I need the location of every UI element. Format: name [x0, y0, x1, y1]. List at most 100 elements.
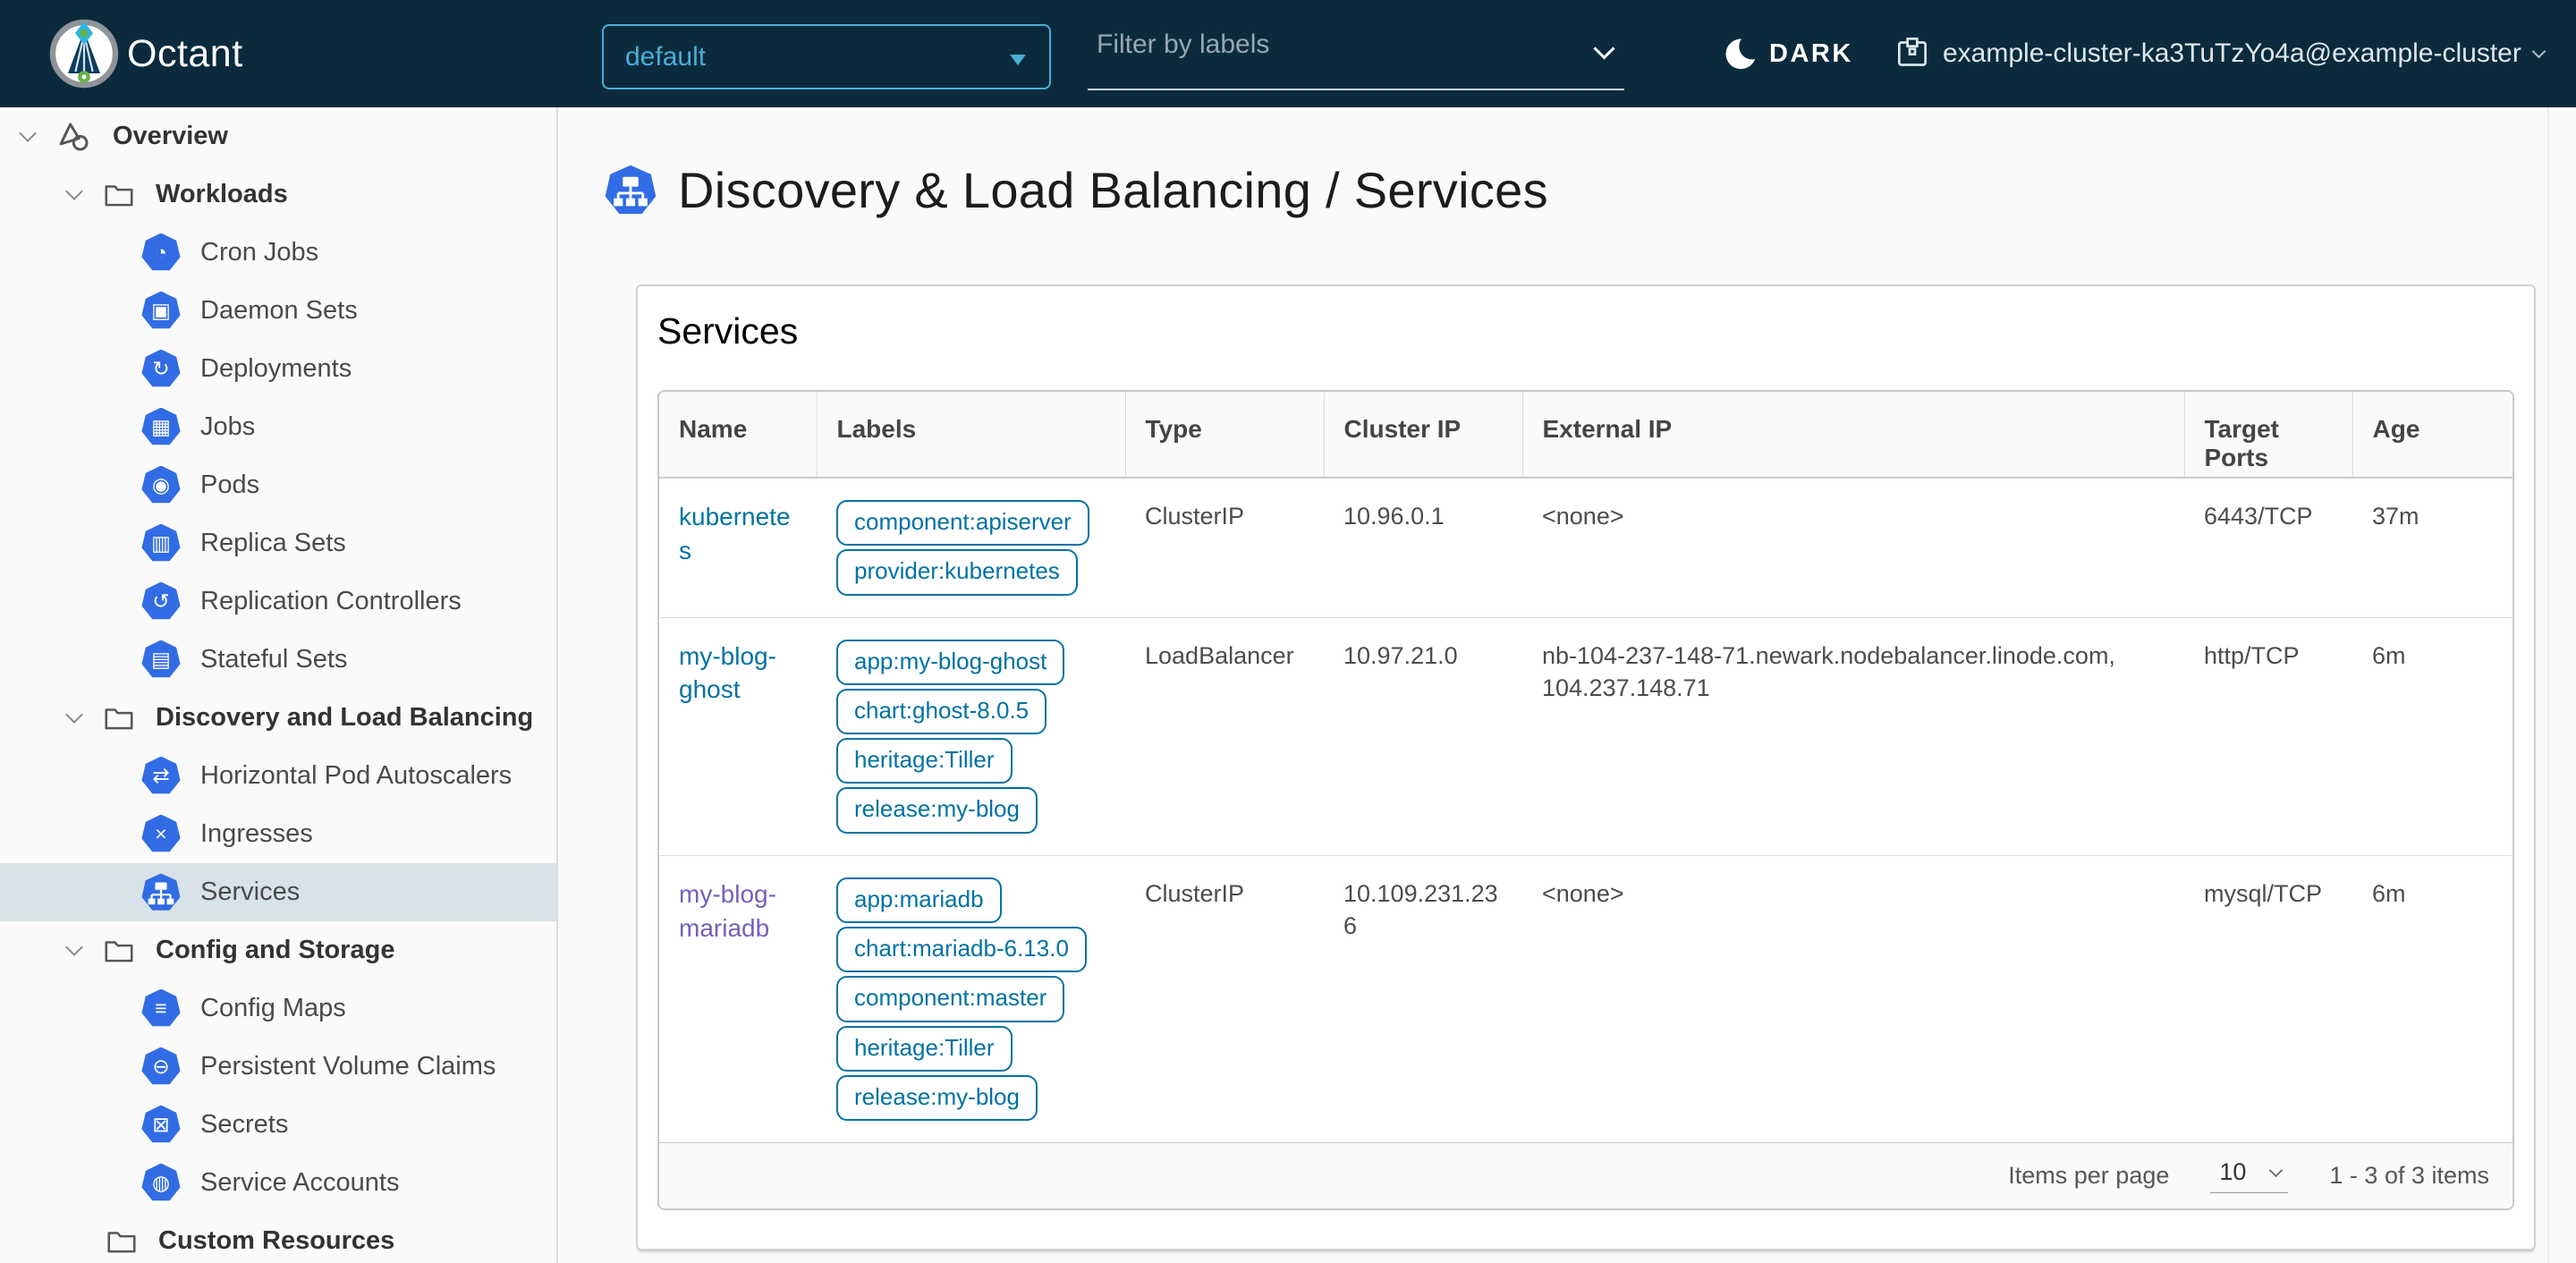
persistent-volume-claims-icon: ⊖: [141, 1047, 181, 1085]
stateful-sets-icon: ▤: [141, 640, 181, 678]
scrollbar-track[interactable]: [2547, 107, 2549, 1263]
sidebar-item-stateful-sets[interactable]: ▤ Stateful Sets: [0, 631, 556, 689]
ingresses-icon: ×: [141, 814, 181, 852]
chevron-down-icon[interactable]: [65, 182, 83, 200]
sidebar-item-config-maps[interactable]: ≡ Config Maps: [0, 979, 556, 1038]
items-per-page-label: Items per page: [2008, 1162, 2170, 1190]
label-pill[interactable]: heritage:Tiller: [836, 738, 1013, 784]
theme-toggle[interactable]: DARK: [1721, 0, 1853, 107]
sidebar-item-horizontal-pod-autoscalers[interactable]: ⇄ Horizontal Pod Autoscalers: [0, 747, 556, 805]
label-pill[interactable]: chart:mariadb-6.13.0: [836, 927, 1087, 973]
column-header-external-ip: External IP: [1521, 392, 2184, 479]
age-cell: 6m: [2352, 854, 2512, 1143]
overview-icon: [55, 118, 93, 156]
label-pill[interactable]: release:my-blog: [836, 787, 1038, 834]
label-filter-input[interactable]: [1095, 29, 1578, 61]
chevron-down-icon[interactable]: [1593, 38, 1615, 60]
context-switcher[interactable]: example-cluster-ka3TuTzYo4a@example-clus…: [1894, 0, 2546, 107]
sidebar-item-label: Jobs: [200, 412, 256, 441]
service-link[interactable]: my-blog-ghost: [679, 642, 776, 704]
sidebar-item-persistent-volume-claims[interactable]: ⊖ Persistent Volume Claims: [0, 1038, 556, 1096]
type-cell: ClusterIP: [1125, 478, 1324, 618]
label-pill[interactable]: component:master: [836, 976, 1065, 1022]
items-per-page-select[interactable]: 10: [2210, 1158, 2289, 1194]
sidebar-item-discovery-and-load-balancing[interactable]: Discovery and Load Balancing: [0, 689, 556, 747]
service-link[interactable]: my-blog-mariadb: [679, 880, 776, 942]
sidebar-item-label: Replica Sets: [200, 529, 346, 557]
cluster-ip-cell: 10.97.21.0: [1324, 616, 1522, 856]
chevron-down-icon[interactable]: [19, 123, 37, 142]
pods-icon: ◉: [141, 465, 181, 504]
sidebar-item-label: Replication Controllers: [200, 587, 462, 615]
label-pill[interactable]: provider:kubernetes: [836, 549, 1078, 596]
label-pill[interactable]: app:mariadb: [836, 877, 1002, 924]
label-pill[interactable]: heritage:Tiller: [836, 1025, 1013, 1072]
namespace-value: default: [625, 41, 707, 72]
filter-underline: [1088, 89, 1624, 90]
services-datagrid: Name Labels Type Cluster IP External IP Targe…: [657, 390, 2514, 1211]
table-header-row: Name Labels Type Cluster IP External IP Targe…: [659, 392, 2512, 479]
table-row: my-blog-ghost app:my-blog-ghost chart:ghos…: [659, 616, 2512, 856]
services-icon: [141, 873, 181, 911]
sidebar-item-deployments[interactable]: ↻ Deployments: [0, 340, 556, 398]
context-name: example-cluster-ka3TuTzYo4a@example-clus…: [1943, 38, 2521, 68]
app-header: Octant default DARK example-cluster-ka3T…: [0, 0, 2576, 107]
replica-sets-icon: ▥: [141, 523, 181, 562]
sidebar-item-label: Pods: [200, 470, 260, 499]
cluster-icon: [1898, 38, 1928, 66]
sidebar-item-label: Service Accounts: [200, 1168, 400, 1197]
chevron-down-icon[interactable]: [65, 705, 83, 724]
namespace-select[interactable]: default: [602, 24, 1051, 89]
external-ip-cell: nb-104-237-148-71.newark.nodebalancer.li…: [1522, 616, 2184, 856]
page-title-row: Discovery & Load Balancing / Services: [605, 161, 1548, 219]
sidebar-item-custom-resources[interactable]: Custom Resources: [0, 1212, 556, 1263]
service-accounts-icon: ◍: [141, 1163, 181, 1201]
label-pill[interactable]: app:my-blog-ghost: [836, 639, 1065, 685]
target-ports-cell: mysql/TCP: [2184, 854, 2352, 1143]
deployments-icon: ↻: [141, 349, 181, 387]
sidebar-item-label: Secrets: [200, 1110, 289, 1139]
sidebar-item-config-and-storage[interactable]: Config and Storage: [0, 921, 556, 979]
chevron-down-icon[interactable]: [65, 937, 83, 956]
secrets-icon: ⊠: [141, 1105, 181, 1143]
page-title: Discovery & Load Balancing / Services: [678, 162, 1548, 218]
sidebar-item-cron-jobs[interactable]: ◔ Cron Jobs: [0, 224, 556, 282]
sidebar-item-pods[interactable]: ◉ Pods: [0, 456, 556, 514]
sidebar-item-service-accounts[interactable]: ◍ Service Accounts: [0, 1154, 556, 1212]
folder-icon: [102, 178, 136, 212]
sidebar-item-replication-controllers[interactable]: ↺ Replication Controllers: [0, 572, 556, 631]
folder-icon: [102, 701, 136, 735]
type-cell: LoadBalancer: [1125, 616, 1324, 856]
sidebar-item-label: Cron Jobs: [200, 238, 319, 267]
daemon-sets-icon: ▣: [141, 291, 181, 329]
card-title: Services: [657, 310, 799, 352]
sidebar-item-label: Custom Resources: [158, 1226, 395, 1255]
label-pill[interactable]: release:my-blog: [836, 1074, 1038, 1122]
type-cell: ClusterIP: [1125, 854, 1324, 1143]
sidebar-item-label: Daemon Sets: [200, 296, 358, 325]
sidebar-item-label: Config and Storage: [156, 936, 395, 964]
moon-icon: [1725, 38, 1756, 70]
label-pill[interactable]: component:apiserver: [836, 500, 1089, 547]
label-pill[interactable]: chart:ghost-8.0.5: [836, 688, 1047, 735]
sidebar-item-label: Discovery and Load Balancing: [156, 703, 534, 732]
sidebar-item-replica-sets[interactable]: ▥ Replica Sets: [0, 514, 556, 572]
sidebar-item-label: Services: [200, 877, 301, 906]
sidebar-item-services[interactable]: Services: [0, 863, 556, 921]
service-link[interactable]: kubernetes: [679, 503, 791, 564]
column-header-age: Age: [2351, 392, 2512, 479]
table-row: kubernetes component:apiserver provider:ku…: [659, 478, 2512, 618]
external-ip-cell: <none>: [1522, 478, 2184, 618]
sidebar-item-label: Ingresses: [200, 819, 313, 848]
sidebar-item-ingresses[interactable]: × Ingresses: [0, 805, 556, 863]
jobs-icon: ▦: [141, 407, 181, 445]
folder-icon: [105, 1225, 139, 1259]
sidebar-item-secrets[interactable]: ⊠ Secrets: [0, 1096, 556, 1154]
sidebar-item-jobs[interactable]: ▦ Jobs: [0, 398, 556, 456]
sidebar-item-daemon-sets[interactable]: ▣ Daemon Sets: [0, 282, 556, 340]
sidebar-item-workloads[interactable]: Workloads: [0, 165, 556, 224]
sidebar-item-label: Horizontal Pod Autoscalers: [200, 761, 513, 790]
services-card: Services Name Labels Type Cluster IP Externa…: [636, 284, 2536, 1250]
octant-logo: [48, 18, 120, 89]
sidebar-item-overview[interactable]: Overview: [0, 107, 556, 165]
